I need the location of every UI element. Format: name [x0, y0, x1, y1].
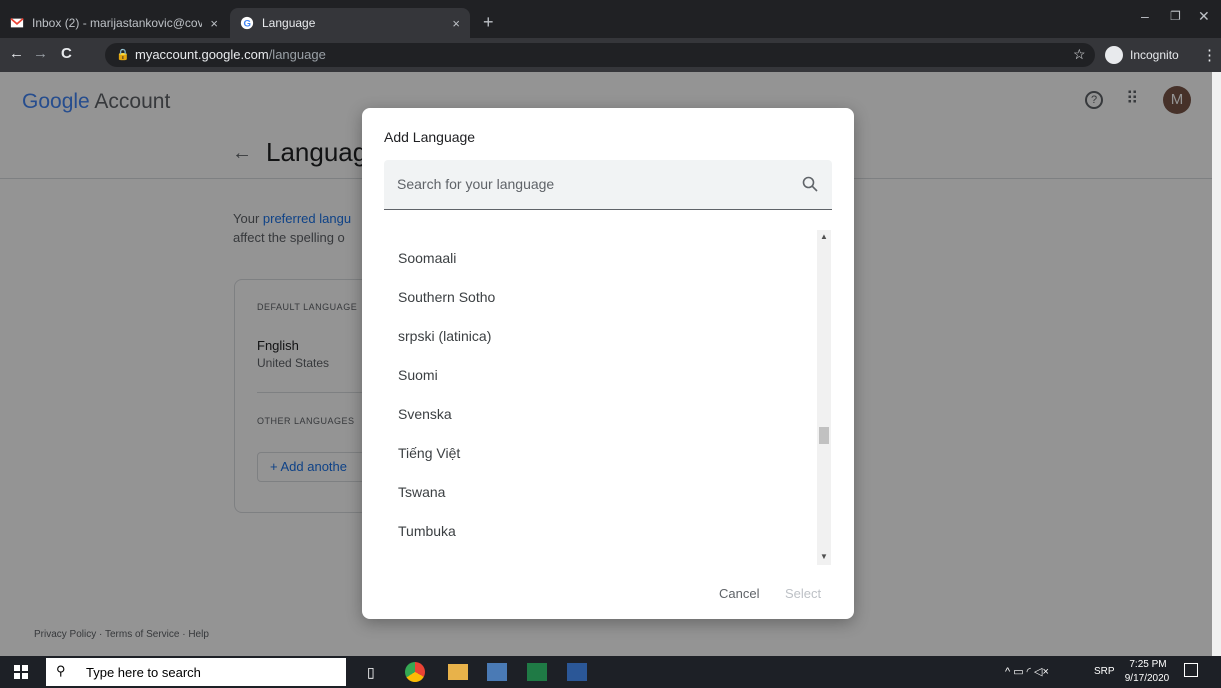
- search-icon: ⚲: [56, 663, 66, 678]
- tab-title: Inbox (2) - marijastankovic@covi: [32, 16, 202, 30]
- reload-button[interactable]: C: [61, 45, 72, 62]
- page-scrollbar[interactable]: [1212, 72, 1221, 656]
- svg-text:G: G: [244, 19, 251, 30]
- url-host: myaccount.google.com: [135, 47, 269, 62]
- tab-gmail[interactable]: Inbox (2) - marijastankovic@covi ×: [0, 8, 228, 38]
- clock-time[interactable]: 7:25 PM: [1128, 659, 1168, 670]
- taskbar: ⚲ Type here to search ▯ ^ ▭ ◜ ◁× SRP 7:2…: [0, 656, 1221, 688]
- cancel-button[interactable]: Cancel: [719, 586, 759, 601]
- menu-icon[interactable]: ⋮: [1202, 46, 1217, 64]
- gmail-icon: [10, 17, 24, 28]
- close-tab-icon[interactable]: ×: [210, 16, 218, 31]
- input-language[interactable]: SRP: [1094, 666, 1115, 677]
- clock-date[interactable]: 9/17/2020: [1124, 673, 1170, 684]
- tab-language[interactable]: G Language ×: [230, 8, 470, 38]
- new-tab-button[interactable]: +: [483, 12, 494, 33]
- list-item[interactable]: Svenska: [398, 406, 452, 422]
- excel-icon[interactable]: [527, 663, 547, 681]
- close-tab-icon[interactable]: ×: [452, 16, 460, 31]
- select-button[interactable]: Select: [785, 586, 821, 601]
- photos-icon[interactable]: [487, 663, 507, 681]
- list-item[interactable]: Soomaali: [398, 250, 456, 266]
- incognito-label[interactable]: Incognito: [1130, 48, 1179, 62]
- bookmark-star-icon[interactable]: ☆: [1073, 46, 1086, 63]
- add-language-dialog: Add Language Search for your language So…: [362, 108, 854, 619]
- language-list-scrollbar[interactable]: ▲ ▼: [817, 230, 831, 565]
- chrome-taskbar-icon[interactable]: [405, 662, 425, 682]
- restore-button[interactable]: ❐: [1170, 9, 1181, 23]
- url-path: /language: [268, 47, 326, 62]
- taskbar-search-placeholder: Type here to search: [86, 665, 201, 680]
- scroll-up-arrow-icon[interactable]: ▲: [820, 232, 828, 241]
- close-window-button[interactable]: ✕: [1198, 8, 1210, 25]
- list-item[interactable]: Southern Sotho: [398, 289, 495, 305]
- minimize-button[interactable]: –: [1141, 8, 1149, 24]
- list-item[interactable]: Tswana: [398, 484, 445, 500]
- list-item[interactable]: Tiếng Việt: [398, 445, 460, 461]
- search-icon: [802, 176, 818, 192]
- file-explorer-icon[interactable]: [448, 664, 468, 680]
- tab-strip: Inbox (2) - marijastankovic@covi × G Lan…: [0, 0, 1221, 38]
- language-search-field[interactable]: Search for your language: [384, 160, 832, 210]
- tray-icons[interactable]: ^ ▭ ◜ ◁×: [1005, 665, 1049, 678]
- windows-start-icon[interactable]: [14, 665, 28, 679]
- list-item[interactable]: Suomi: [398, 367, 438, 383]
- task-view-icon[interactable]: ▯: [367, 664, 375, 681]
- taskbar-search-box[interactable]: ⚲ Type here to search: [46, 658, 346, 686]
- scroll-down-arrow-icon[interactable]: ▼: [820, 552, 828, 561]
- browser-toolbar: ← → C 🔒 myaccount.google.com/language ☆ …: [0, 38, 1221, 72]
- address-bar[interactable]: 🔒 myaccount.google.com/language: [105, 43, 1095, 67]
- google-icon: G: [240, 16, 254, 30]
- search-input[interactable]: Search for your language: [397, 176, 554, 192]
- notifications-icon[interactable]: [1184, 663, 1198, 677]
- list-item[interactable]: Tumbuka: [398, 523, 456, 539]
- dialog-title: Add Language: [384, 129, 476, 145]
- list-item[interactable]: srpski (latinica): [398, 328, 491, 344]
- language-list[interactable]: Soomaali Southern Sotho srpski (latinica…: [384, 230, 829, 565]
- lock-icon: 🔒: [116, 49, 130, 61]
- forward-button[interactable]: →: [33, 45, 48, 62]
- word-icon[interactable]: [567, 663, 587, 681]
- incognito-icon: [1105, 46, 1123, 64]
- tab-title: Language: [262, 16, 316, 30]
- back-button[interactable]: ←: [9, 45, 24, 62]
- scroll-thumb[interactable]: [819, 427, 829, 444]
